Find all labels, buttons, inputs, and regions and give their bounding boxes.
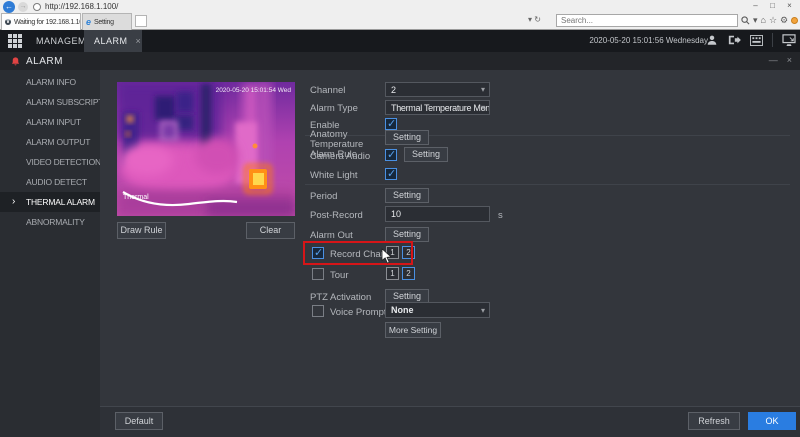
thermal-preview[interactable]: 2020-05-20 15:01:54 Wed Thermal <box>117 82 295 216</box>
home-icon[interactable]: ⌂ <box>761 15 766 26</box>
apps-grid-icon[interactable] <box>8 34 22 48</box>
maximize-icon[interactable]: □ <box>764 0 781 12</box>
new-tab-button[interactable] <box>135 15 147 27</box>
header-icons <box>706 33 796 47</box>
screen: ← → http://192.168.1.100/ – □ × ▾ ↻ ▾ ⌂ … <box>0 0 800 437</box>
footer-divider <box>100 406 800 407</box>
sidebar-item-alarm-subscription[interactable]: ALARM SUBSCRIPTI... <box>0 92 100 112</box>
post-record-unit: s <box>498 210 503 221</box>
sidebar-item-video-detection[interactable]: VIDEO DETECTION <box>0 152 100 172</box>
forward-icon[interactable]: → <box>18 2 28 12</box>
camera-audio-label: Camera Audio <box>310 151 371 162</box>
sidebar-item-audio-detect[interactable]: AUDIO DETECT <box>0 172 100 192</box>
panel-window-controls: — × <box>769 53 792 67</box>
page-title: ALARM <box>26 55 63 67</box>
feedback-icon[interactable] <box>791 17 799 24</box>
search-input[interactable] <box>556 14 738 27</box>
window-controls: – □ × <box>747 0 798 12</box>
tour-2-button[interactable]: 2 <box>402 267 415 280</box>
post-record-label: Post-Record <box>310 210 363 221</box>
default-button[interactable]: Default <box>115 412 163 430</box>
alarm-tab-close-icon[interactable]: × <box>136 36 141 46</box>
preview-timestamp: 2020-05-20 15:01:54 Wed <box>216 87 292 94</box>
alarm-out-label: Alarm Out <box>310 230 353 241</box>
alarm-out-setting-button[interactable]: Setting <box>385 227 429 242</box>
fullscreen-monitor-icon[interactable] <box>782 34 796 46</box>
sidebar: ALARM INFO ALARM SUBSCRIPTI... ALARM INP… <box>0 70 100 437</box>
mouse-cursor <box>381 248 392 264</box>
tour-checkbox[interactable] <box>312 268 324 280</box>
sidebar-item-alarm-output[interactable]: ALARM OUTPUT <box>0 132 100 152</box>
search-caret-icon[interactable]: ▾ <box>753 15 758 26</box>
site-icon <box>33 3 41 11</box>
back-icon[interactable]: ← <box>3 1 15 13</box>
refresh-button[interactable]: Refresh <box>688 412 740 430</box>
anatomy-rule-setting-button[interactable]: Setting <box>385 130 429 145</box>
voice-prompts-select[interactable]: None ▾ <box>385 302 490 318</box>
voice-prompts-label: Voice Prompts <box>330 307 392 318</box>
tour-label: Tour <box>330 270 349 281</box>
close-icon[interactable]: × <box>781 0 798 12</box>
sidebar-item-alarm-input[interactable]: ALARM INPUT <box>0 112 100 132</box>
ok-button[interactable]: OK <box>748 412 796 430</box>
voice-prompts-checkbox[interactable] <box>312 305 324 317</box>
chevron-down-icon: ▾ <box>480 103 485 112</box>
minimize-icon[interactable]: – <box>747 0 764 12</box>
tab-alarm[interactable]: ALARM × <box>84 30 142 52</box>
channel-select[interactable]: 2 ▾ <box>385 82 490 97</box>
draw-rule-button[interactable]: Draw Rule <box>117 222 166 239</box>
ptz-activation-label: PTZ Activation <box>310 292 372 303</box>
logout-icon[interactable] <box>727 34 741 46</box>
panel-minimize-icon[interactable]: — <box>769 53 778 67</box>
sidebar-item-thermal-alarm[interactable]: › THERMAL ALARM <box>0 192 100 212</box>
url-field[interactable]: http://192.168.1.100/ <box>45 2 118 11</box>
system-datetime: 2020-05-20 15:01:56 Wednesday <box>589 36 708 45</box>
section-divider <box>305 184 790 185</box>
white-light-label: White Light <box>310 170 358 181</box>
alarm-type-label: Alarm Type <box>310 103 358 114</box>
browser-toolbar-icons: ▾ ⌂ ☆ ⚙ <box>741 15 799 26</box>
loading-spinner-icon <box>5 19 11 25</box>
sidebar-item-alarm-info[interactable]: ALARM INFO <box>0 72 100 92</box>
more-setting-button[interactable]: More Setting <box>385 322 441 338</box>
search-icon[interactable] <box>741 16 750 25</box>
app-header: MANAGEMENT ALARM × 2020-05-20 15:01:56 W… <box>0 30 800 52</box>
compat-refresh-icons[interactable]: ▾ ↻ <box>528 15 541 24</box>
tour-1-button[interactable]: 1 <box>386 267 399 280</box>
sidebar-item-abnormality[interactable]: ABNORMALITY <box>0 212 100 232</box>
keyboard-icon[interactable] <box>750 34 763 46</box>
panel-header: ALARM <box>0 52 800 70</box>
ie-icon: e <box>86 16 92 27</box>
thermal-overlay-label: Thermal <box>123 194 149 201</box>
content-panel: 2020-05-20 15:01:54 Wed Thermal Draw Rul… <box>100 70 800 437</box>
channel-label: Channel <box>310 85 346 96</box>
period-label: Period <box>310 191 338 202</box>
camera-audio-setting-button[interactable]: Setting <box>404 147 448 162</box>
active-arrow-icon: › <box>12 196 16 207</box>
chevron-down-icon: ▾ <box>480 305 485 315</box>
alarm-type-select[interactable]: Thermal Temperature Moni... ▾ <box>385 100 490 115</box>
camera-audio-checkbox[interactable] <box>385 148 397 161</box>
white-light-checkbox[interactable] <box>385 167 397 180</box>
chevron-down-icon: ▾ <box>480 85 485 94</box>
alarm-bell-icon <box>11 56 20 65</box>
post-record-input[interactable]: 10 <box>385 206 490 222</box>
settings-gear-icon[interactable]: ⚙ <box>780 15 788 26</box>
user-icon[interactable] <box>706 34 718 46</box>
thermal-image: 2020-05-20 15:01:54 Wed Thermal <box>117 82 295 216</box>
favorites-icon[interactable]: ☆ <box>769 15 777 26</box>
red-highlight-box <box>303 241 413 265</box>
panel-close-icon[interactable]: × <box>787 53 792 67</box>
clear-button[interactable]: Clear <box>246 222 295 239</box>
browser-tab-waiting[interactable]: Waiting for 192.168.1.100 × <box>1 13 81 30</box>
period-setting-button[interactable]: Setting <box>385 188 429 203</box>
header-separator <box>772 33 773 47</box>
browser-chrome: ← → http://192.168.1.100/ – □ × ▾ ↻ ▾ ⌂ … <box>0 0 800 30</box>
browser-tab-setting[interactable]: e Setting <box>82 13 132 30</box>
enable-checkbox[interactable] <box>385 117 397 130</box>
